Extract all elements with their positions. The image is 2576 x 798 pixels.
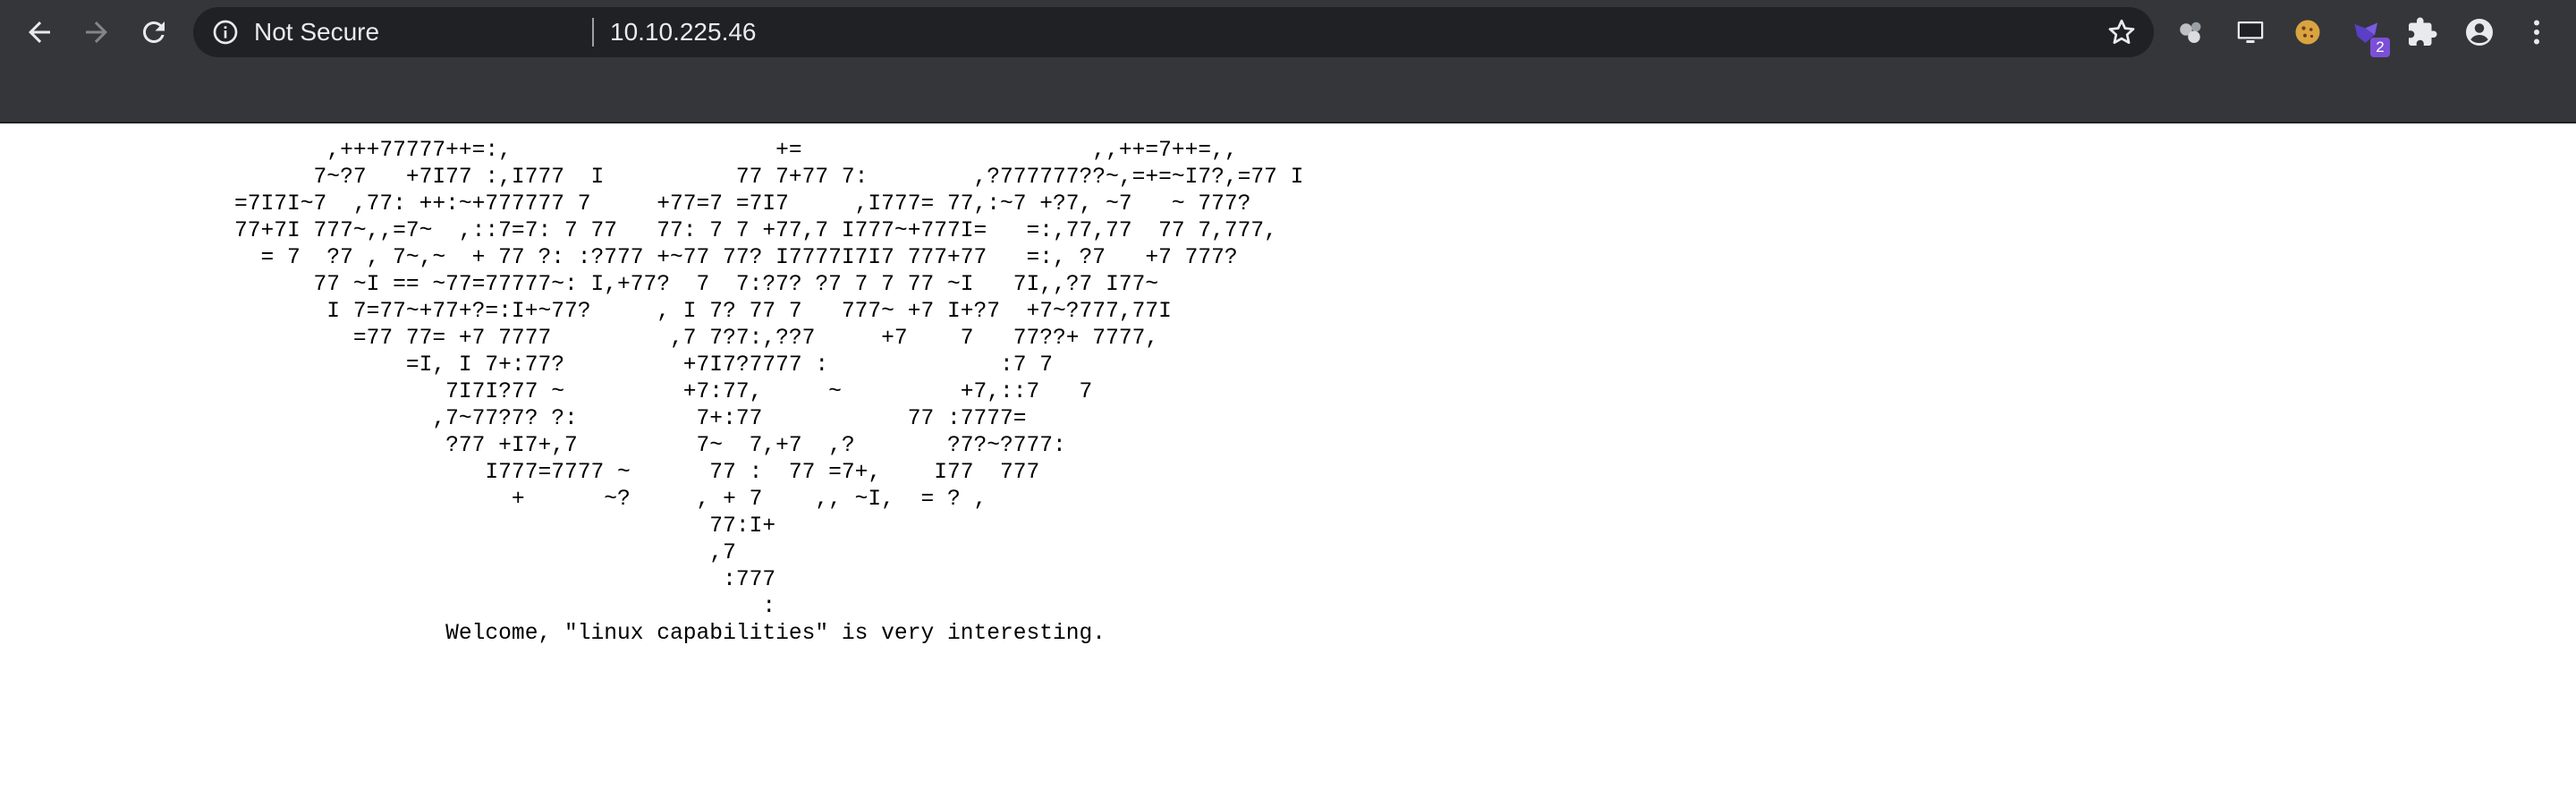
kebab-menu-icon [2534, 20, 2539, 45]
cookie-icon [2295, 20, 2320, 45]
back-button[interactable] [20, 13, 59, 52]
browser-toolbar: Not Secure 10.10.225.46 2 [0, 0, 2576, 123]
arrow-right-icon [86, 21, 107, 43]
extension-badge: 2 [2370, 38, 2390, 57]
bookmark-star-icon[interactable] [2106, 16, 2138, 48]
arrow-left-icon [29, 21, 50, 43]
wappalyzer-extension-button[interactable] [2172, 13, 2211, 52]
puzzle-icon [2409, 17, 2437, 46]
info-icon[interactable] [211, 18, 240, 47]
monitor-extension-button[interactable] [2231, 13, 2270, 52]
account-icon [2466, 19, 2493, 46]
reload-icon [143, 21, 165, 43]
forward-button[interactable] [77, 13, 116, 52]
cookie-extension-button[interactable] [2288, 13, 2327, 52]
address-bar[interactable]: Not Secure 10.10.225.46 [193, 7, 2154, 57]
page-content: ,+++77777++=:, += ,,++=7++=,, 7~?7 +7I77… [0, 123, 2576, 798]
foxyproxy-extension-button[interactable]: 2 [2347, 13, 2390, 57]
chrome-menu-button[interactable] [2517, 13, 2556, 52]
wappalyzer-icon [2180, 21, 2201, 43]
extensions-button[interactable] [2402, 13, 2442, 52]
url-text[interactable]: 10.10.225.46 [610, 7, 757, 57]
reload-button[interactable] [134, 13, 174, 52]
monitor-icon [2237, 21, 2264, 43]
ascii-art-banner: ,+++77777++=:, += ,,++=7++=,, 7~?7 +7I77… [234, 139, 1304, 646]
omnibox-divider [592, 18, 594, 47]
profile-button[interactable] [2460, 13, 2499, 52]
security-status[interactable]: Not Secure [254, 7, 379, 57]
